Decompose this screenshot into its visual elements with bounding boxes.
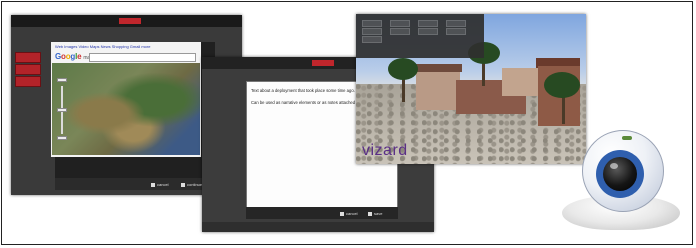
vizard-3d-view[interactable]: vizard xyxy=(356,14,586,164)
checkbox-icon xyxy=(151,182,155,187)
toolbar-button[interactable] xyxy=(362,28,382,35)
webcam-logo-icon xyxy=(622,136,632,140)
note-dialog-footer: cancel save xyxy=(246,207,398,219)
building-left-roof xyxy=(414,64,462,72)
side-button-3[interactable] xyxy=(15,76,41,87)
map-continue-button[interactable]: continue xyxy=(181,182,202,187)
record-indicator xyxy=(312,60,334,66)
toolbar-button[interactable] xyxy=(418,20,438,27)
satellite-map[interactable] xyxy=(52,63,200,155)
scene-toolbar xyxy=(356,14,484,58)
building-center xyxy=(502,68,542,96)
lens-glare xyxy=(610,163,618,169)
palm-tree-right xyxy=(544,72,580,98)
note-cancel-button[interactable]: cancel xyxy=(340,211,358,216)
note-line-1: Text about a deployment that took place … xyxy=(251,88,355,93)
toolbar-button[interactable] xyxy=(390,20,410,27)
checkbox-icon xyxy=(368,211,372,216)
map-dialog-footer: cancel continue xyxy=(55,178,215,190)
google-nav-links[interactable]: Web Images Video Maps News Shopping Gmai… xyxy=(55,44,150,49)
side-button-2[interactable] xyxy=(15,64,41,75)
side-button-1[interactable] xyxy=(15,52,41,63)
webcam-lens-icon xyxy=(603,157,637,191)
vizard-logo: vizard xyxy=(362,142,408,159)
toolbar-button[interactable] xyxy=(446,28,466,35)
note-line-2: Can be used as narrative elements or as … xyxy=(251,100,356,105)
toolbar-button[interactable] xyxy=(418,28,438,35)
zoom-slider[interactable] xyxy=(57,78,67,140)
record-indicator xyxy=(119,18,141,24)
checkbox-icon xyxy=(340,211,344,216)
zoom-out-icon[interactable] xyxy=(57,136,67,140)
note-save-button[interactable]: save xyxy=(368,211,382,216)
map-search-input[interactable] xyxy=(89,53,196,62)
zoom-handle[interactable] xyxy=(57,108,67,112)
zoom-in-icon[interactable] xyxy=(57,78,67,82)
map-cancel-button[interactable]: cancel xyxy=(151,182,169,187)
toolbar-button[interactable] xyxy=(362,20,382,27)
palm-tree-left xyxy=(388,58,418,80)
window-status-bar xyxy=(202,222,434,232)
toolbar-button[interactable] xyxy=(446,20,466,27)
toolbar-button[interactable] xyxy=(390,28,410,35)
building-left xyxy=(416,70,460,110)
toolbar-button[interactable] xyxy=(362,36,382,43)
checkbox-icon xyxy=(181,182,185,187)
